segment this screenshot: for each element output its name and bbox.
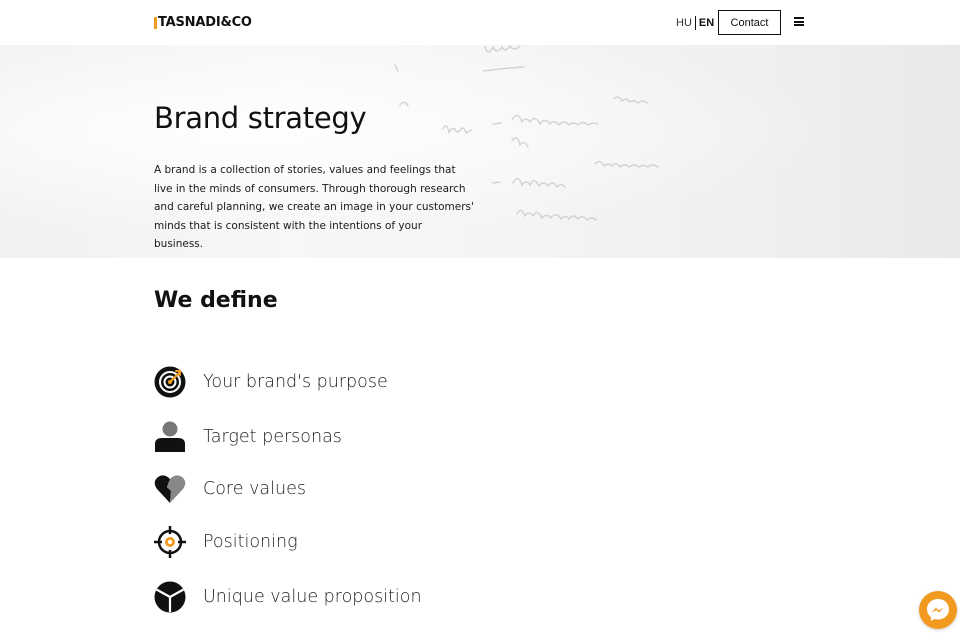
lang-divider: [694, 16, 696, 30]
messenger-chat-button[interactable]: [919, 591, 957, 629]
heart-icon: [154, 475, 186, 503]
site-header: TASNADI&CO HU EN Contact: [0, 0, 960, 45]
list-item-positioning: Positioning: [154, 526, 298, 558]
person-icon: [155, 421, 185, 452]
lang-en-link[interactable]: EN: [699, 17, 714, 29]
hero-section: Brand strategy A brand is a collection o…: [0, 45, 960, 258]
logo[interactable]: TASNADI&CO: [154, 15, 252, 30]
list-item-label: Positioning: [203, 532, 298, 552]
list-item-label: Target personas: [203, 427, 342, 447]
list-item-core-values: Core values: [154, 473, 306, 505]
list-item-label: Unique value proposition: [203, 587, 422, 607]
cube-icon: [154, 581, 186, 613]
whiteboard-background-image: [394, 45, 659, 221]
list-item-value-proposition: Unique value proposition: [154, 581, 422, 613]
logo-text: TASNADI&CO: [158, 15, 252, 30]
lang-hu-link[interactable]: HU: [676, 17, 692, 29]
hero-description: A brand is a collection of stories, valu…: [154, 164, 474, 250]
crosshair-icon: [154, 526, 186, 558]
list-item-label: Core values: [203, 479, 306, 499]
target-icon: [154, 366, 186, 398]
section-title: We define: [154, 288, 278, 313]
contact-button[interactable]: Contact: [718, 10, 781, 35]
language-switcher: HU EN: [676, 16, 714, 30]
logo-accent-bar: [154, 16, 157, 29]
page-title: Brand strategy: [154, 101, 367, 135]
list-item-purpose: Your brand's purpose: [154, 366, 388, 398]
messenger-icon: [927, 599, 949, 621]
hamburger-menu-icon[interactable]: [794, 17, 804, 26]
list-item-label: Your brand's purpose: [203, 372, 388, 392]
list-item-personas: Target personas: [154, 421, 342, 453]
